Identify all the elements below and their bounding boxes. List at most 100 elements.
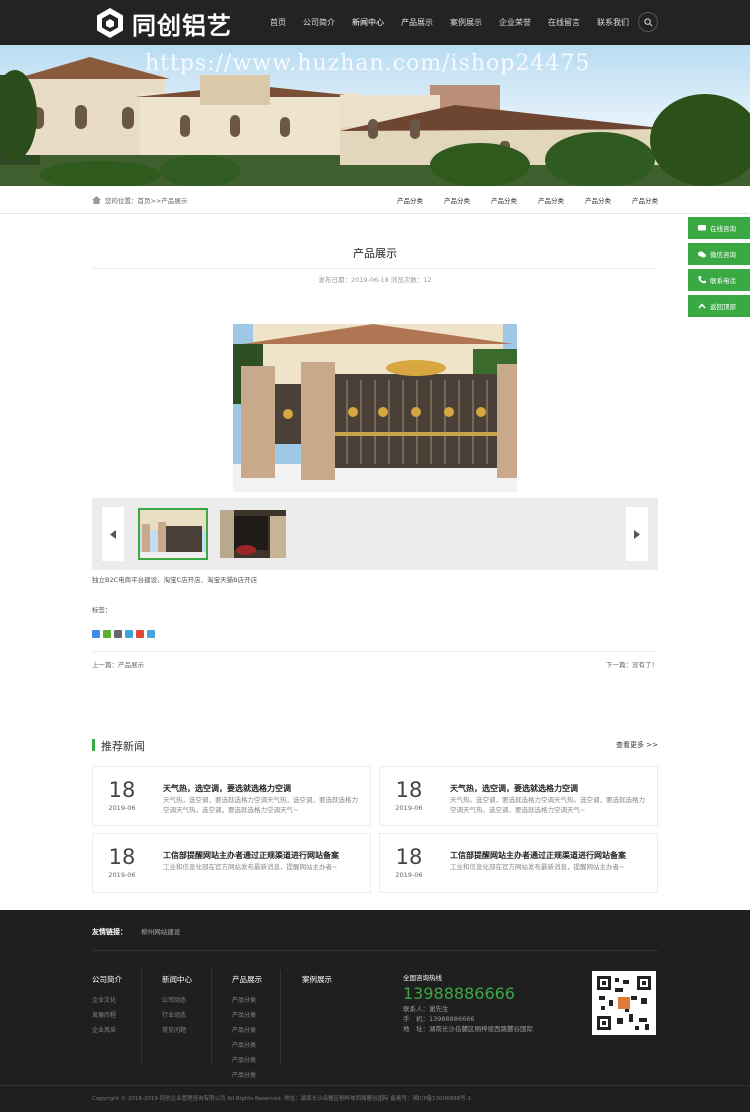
chevron-up-icon: [698, 303, 706, 309]
nav-about[interactable]: 公司简介: [303, 17, 335, 28]
search-button[interactable]: [638, 12, 658, 32]
nav-honors[interactable]: 企业荣誉: [499, 17, 531, 28]
footer-link[interactable]: 常见问题: [162, 1025, 192, 1034]
news-title[interactable]: 天气热，选空调，要选就选格力空调: [450, 783, 578, 794]
arrow-right-icon: [634, 529, 640, 539]
recommended-news-header: 推荐新闻 查看更多 >>: [92, 737, 658, 753]
main-nav: 首页 公司简介 新闻中心 产品展示 案例展示 企业荣誉 在线留言 联系我们: [270, 0, 646, 45]
gallery-next-button[interactable]: [626, 507, 648, 561]
sub-category-nav: 产品分类 产品分类 产品分类 产品分类 产品分类 产品分类: [376, 195, 658, 205]
nav-home[interactable]: 首页: [270, 17, 286, 28]
arrow-left-icon: [110, 529, 116, 539]
banner-image: https://www.huzhan.com/ishop24475: [0, 45, 750, 186]
tags-label: 标签：: [92, 606, 112, 614]
divider: [141, 970, 142, 1065]
news-day: 18: [108, 778, 136, 802]
contact-address: 地 址：湖南长沙岳麓区桐梓坡西路麓谷国际: [403, 1025, 533, 1033]
site-footer: 友情链接： 柳州网站建设 公司简介 企业文化 发展历程 企业风采 新闻中心 公司…: [0, 910, 750, 1112]
share-icons: [92, 630, 158, 638]
section-title: 推荐新闻: [101, 740, 145, 753]
footer-link[interactable]: 企业文化: [92, 995, 122, 1004]
nav-news[interactable]: 新闻中心: [352, 17, 384, 28]
share-weibo-icon[interactable]: [125, 630, 133, 638]
breadcrumb-text[interactable]: 您的位置：首页>>产品展示: [105, 195, 187, 205]
footer-link[interactable]: 产品分类: [232, 995, 262, 1004]
share-qzone-icon[interactable]: [114, 630, 122, 638]
logo-text: 同创铝艺: [132, 11, 232, 40]
gate-photo: [233, 324, 517, 492]
footer-column-title[interactable]: 公司简介: [92, 974, 122, 985]
footer-column-title[interactable]: 新闻中心: [162, 974, 192, 985]
news-day: 18: [395, 778, 423, 802]
logo[interactable]: 同创铝艺: [94, 6, 232, 40]
prev-article-link[interactable]: 上一篇：产品展示: [92, 659, 144, 669]
news-excerpt: 工业和信息化部在官方网站发布最新消息，提醒网站主办者~: [163, 863, 338, 871]
footer-column-title[interactable]: 产品展示: [232, 974, 262, 985]
news-year-month: 2019-06: [108, 804, 136, 812]
friend-link[interactable]: 柳州网站建设: [141, 928, 180, 936]
contact-person: 联系人：谢先生: [403, 1005, 449, 1013]
online-consult-button[interactable]: 在线咨询: [688, 217, 750, 239]
gallery-thumbnail[interactable]: [218, 508, 288, 560]
qr-code: [592, 971, 656, 1035]
news-excerpt: 工业和信息化部在官方网站发布最新消息，提醒网站主办者~: [450, 863, 625, 871]
footer-column-news: 新闻中心 公司动态 行业动态 常见问题: [162, 974, 192, 1040]
back-to-top-button[interactable]: 返回顶部: [688, 295, 750, 317]
news-excerpt: 天气热，选空调，要选就选格力空调天气热，选空调，要选就选格力空调天气热，选空调，…: [450, 796, 645, 814]
gate-thumbnail-image: [220, 510, 286, 558]
news-title[interactable]: 天气热，选空调，要选就选格力空调: [163, 783, 291, 794]
share-wechat-icon[interactable]: [103, 630, 111, 638]
footer-link[interactable]: 产品分类: [232, 1055, 262, 1064]
footer-link[interactable]: 产品分类: [232, 1010, 262, 1019]
news-card[interactable]: 18 2019-06 天气热，选空调，要选就选格力空调 天气热，选空调，要选就选…: [92, 766, 371, 826]
share-renren-icon[interactable]: [136, 630, 144, 638]
breadcrumb: 您的位置：首页>>产品展示: [92, 195, 187, 205]
view-more-link[interactable]: 查看更多 >>: [616, 740, 658, 750]
sub-category-item[interactable]: 产品分类: [444, 195, 470, 205]
gallery-thumbnail[interactable]: [138, 508, 208, 560]
nav-contact[interactable]: 联系我们: [597, 17, 629, 28]
nav-products[interactable]: 产品展示: [401, 17, 433, 28]
news-card[interactable]: 18 2019-06 天气热，选空调，要选就选格力空调 天气热，选空调，要选就选…: [379, 766, 658, 826]
article-meta: 发布日期：2019-06-18 浏览次数：12: [318, 276, 432, 284]
footer-link[interactable]: 企业风采: [92, 1025, 122, 1034]
home-icon: [92, 196, 101, 204]
sub-category-item[interactable]: 产品分类: [397, 195, 423, 205]
footer-link[interactable]: 产品分类: [232, 1070, 262, 1079]
news-card[interactable]: 18 2019-06 工信部提醒网站主办者通过正规渠道进行网站备案 工业和信息化…: [379, 833, 658, 893]
site-header: 同创铝艺 首页 公司简介 新闻中心 产品展示 案例展示 企业荣誉 在线留言 联系…: [0, 0, 750, 45]
contact-phone: 手 机：13988886666: [403, 1015, 475, 1023]
news-day: 18: [395, 845, 423, 869]
news-year-month: 2019-06: [395, 871, 423, 879]
news-title[interactable]: 工信部提醒网站主办者通过正规渠道进行网站备案: [163, 850, 339, 861]
footer-column-about: 公司简介 企业文化 发展历程 企业风采: [92, 974, 122, 1040]
footer-link[interactable]: 发展历程: [92, 1010, 122, 1019]
divider: [280, 970, 281, 1065]
footer-link[interactable]: 公司动态: [162, 995, 192, 1004]
friend-links-label: 友情链接：: [92, 928, 127, 936]
footer-column-products: 产品展示 产品分类 产品分类 产品分类 产品分类 产品分类 产品分类: [232, 974, 262, 1085]
share-more-icon[interactable]: [92, 630, 100, 638]
news-card[interactable]: 18 2019-06 工信部提醒网站主办者通过正规渠道进行网站备案 工业和信息化…: [92, 833, 371, 893]
nav-message[interactable]: 在线留言: [548, 17, 580, 28]
news-title[interactable]: 工信部提醒网站主办者通过正规渠道进行网站备案: [450, 850, 626, 861]
sub-category-item[interactable]: 产品分类: [585, 195, 611, 205]
side-float-panel: 在线咨询 微信咨询 联系电话 返回顶部: [688, 217, 750, 321]
nav-cases[interactable]: 案例展示: [450, 17, 482, 28]
next-article-link[interactable]: 下一篇：没有了！: [606, 659, 658, 669]
watermark-text: https://www.huzhan.com/ishop24475: [145, 51, 591, 76]
news-excerpt: 天气热，选空调，要选就选格力空调天气热，选空调，要选就选格力空调天气热，选空调，…: [163, 796, 358, 814]
gallery-prev-button[interactable]: [102, 507, 124, 561]
sub-category-item[interactable]: 产品分类: [491, 195, 517, 205]
share-qq-icon[interactable]: [147, 630, 155, 638]
footer-link[interactable]: 产品分类: [232, 1040, 262, 1049]
footer-link[interactable]: 产品分类: [232, 1025, 262, 1034]
divider: [92, 950, 658, 951]
sub-category-item[interactable]: 产品分类: [632, 195, 658, 205]
friend-links: 友情链接： 柳州网站建设: [92, 926, 180, 937]
sub-category-item[interactable]: 产品分类: [538, 195, 564, 205]
product-main-image: [233, 324, 517, 492]
section-accent-bar: [92, 739, 95, 751]
footer-column-title[interactable]: 案例展示: [302, 974, 332, 985]
footer-link[interactable]: 行业动态: [162, 1010, 192, 1019]
